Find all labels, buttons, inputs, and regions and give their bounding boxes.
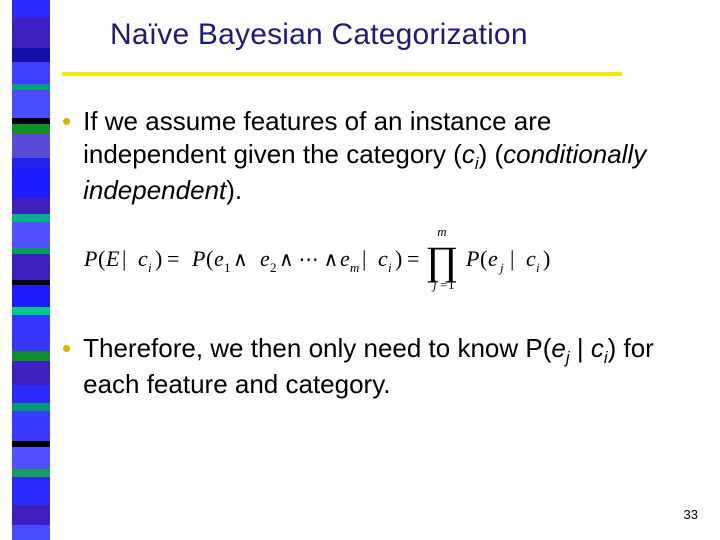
stripe-segment <box>12 0 50 18</box>
svg-text:P: P <box>191 246 205 271</box>
svg-text:c: c <box>526 246 536 271</box>
svg-text:E: E <box>105 246 120 271</box>
bullet-1: • If we assume features of an instance a… <box>62 105 662 206</box>
svg-text:i: i <box>148 260 152 275</box>
stripe-segment <box>12 62 50 84</box>
svg-text:i: i <box>388 260 392 275</box>
svg-text:∧: ∧ <box>233 249 248 271</box>
svg-text:i: i <box>536 260 540 275</box>
equation: P ( E | c i ) = P ( e 1 ∧ e 2 ∧ ⋯ ∧ <box>84 224 662 300</box>
slide: Naïve Bayesian Categorization • If we as… <box>0 0 720 540</box>
stripe-segment <box>12 18 50 48</box>
svg-text:1: 1 <box>448 277 455 292</box>
stripe-segment <box>12 307 50 315</box>
bullet-2: • Therefore, we then only need to know P… <box>62 332 662 401</box>
stripe-segment <box>12 214 50 222</box>
stripe-segment <box>12 525 50 540</box>
stripe-segment <box>12 315 50 351</box>
stripe-segment <box>12 285 50 307</box>
stripe-segment <box>12 222 50 248</box>
slide-title: Naïve Bayesian Categorization <box>110 18 528 52</box>
equation-svg: P ( E | c i ) = P ( e 1 ∧ e 2 ∧ ⋯ ∧ <box>84 224 624 292</box>
svg-text:e: e <box>488 246 498 271</box>
svg-text:e: e <box>260 246 270 271</box>
bullet-dot-icon: • <box>62 332 71 365</box>
svg-text:|: | <box>122 246 126 271</box>
svg-text:(: ( <box>480 246 487 271</box>
svg-text:|: | <box>362 246 366 271</box>
svg-text:e: e <box>340 246 350 271</box>
svg-text:2: 2 <box>270 260 277 275</box>
text: e <box>551 333 565 363</box>
stripe-segment <box>12 134 50 158</box>
svg-text:m: m <box>350 260 359 275</box>
svg-text:c: c <box>138 246 148 271</box>
svg-text:∧ ⋯ ∧: ∧ ⋯ ∧ <box>279 249 338 271</box>
stripe-segment <box>12 385 50 403</box>
svg-text:e: e <box>214 246 224 271</box>
svg-text:(: ( <box>98 246 105 271</box>
svg-text:P: P <box>84 246 97 271</box>
text: c <box>591 333 604 363</box>
stripe-segment <box>12 351 50 361</box>
stripe-segment <box>12 48 50 62</box>
svg-text:(: ( <box>206 246 213 271</box>
stripe-segment <box>12 198 50 214</box>
svg-text:j: j <box>498 260 504 275</box>
svg-text:m: m <box>437 224 446 239</box>
bullet-dot-icon: • <box>62 105 71 138</box>
stripe-segment <box>12 361 50 385</box>
stripe-segment <box>12 168 50 198</box>
stripe-segment <box>12 477 50 505</box>
stripe-segment <box>12 411 50 441</box>
title-underline <box>62 72 622 76</box>
svg-text:|: | <box>510 246 514 271</box>
svg-text:P: P <box>465 246 479 271</box>
text: Therefore, we then only need to know P( <box>83 333 551 363</box>
stripe-segment <box>12 403 50 411</box>
svg-text:): ) <box>543 246 550 271</box>
stripe-segment <box>12 447 50 469</box>
page-number: 33 <box>684 507 698 522</box>
svg-text:=: = <box>167 246 179 271</box>
stripe-segment <box>12 505 50 525</box>
svg-text:c: c <box>378 246 388 271</box>
text: ). <box>226 175 242 205</box>
svg-text:=: = <box>407 246 419 271</box>
left-decorative-stripe <box>12 0 50 540</box>
text: ) ( <box>479 139 504 169</box>
svg-text:): ) <box>395 246 402 271</box>
text: c <box>462 139 475 169</box>
stripe-segment <box>12 254 50 280</box>
bullet-2-text: Therefore, we then only need to know P(e… <box>83 332 662 401</box>
svg-text:1: 1 <box>224 260 231 275</box>
svg-text:): ) <box>155 246 162 271</box>
stripe-segment <box>12 90 50 118</box>
stripe-segment <box>12 124 50 134</box>
bullet-1-text: If we assume features of an instance are… <box>83 105 662 206</box>
slide-body: • If we assume features of an instance a… <box>62 105 662 411</box>
stripe-segment <box>12 469 50 477</box>
text: | <box>570 333 591 363</box>
svg-text:=: = <box>440 277 447 292</box>
stripe-segment <box>12 158 50 168</box>
